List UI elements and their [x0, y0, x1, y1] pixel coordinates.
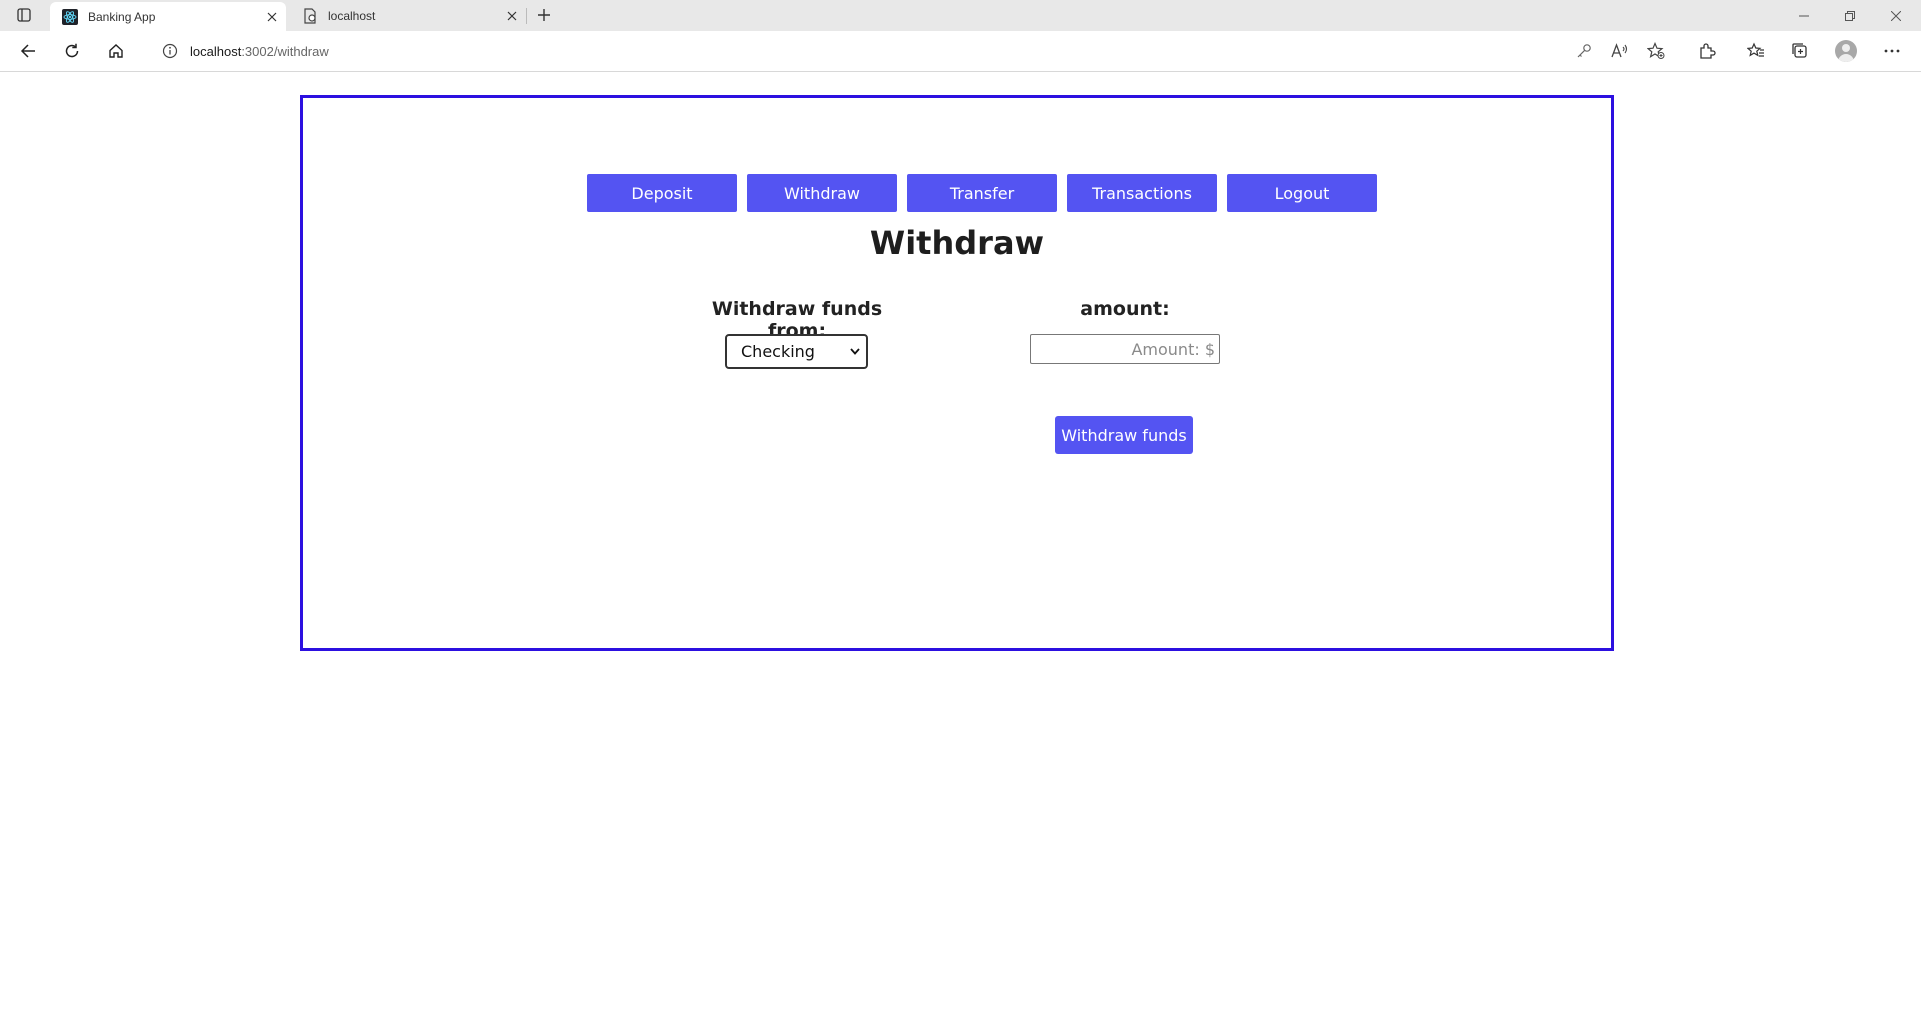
nav-logout-button[interactable]: Logout [1227, 174, 1377, 212]
new-tab-icon[interactable] [524, 0, 564, 34]
favorites-icon[interactable] [1736, 31, 1776, 71]
profile-avatar[interactable] [1826, 31, 1866, 71]
extensions-icon[interactable] [1687, 31, 1727, 71]
close-window-icon[interactable] [1873, 0, 1919, 31]
account-select[interactable]: Checking [725, 334, 868, 369]
react-icon [62, 8, 78, 25]
close-tab-icon[interactable] [258, 3, 286, 31]
chevron-down-icon [844, 348, 866, 355]
close-tab-icon[interactable] [498, 2, 526, 30]
page-icon [302, 7, 318, 24]
home-icon[interactable] [96, 31, 136, 71]
nav-withdraw-button[interactable]: Withdraw [747, 174, 897, 212]
nav-transfer-button[interactable]: Transfer [907, 174, 1057, 212]
nav-deposit-button[interactable]: Deposit [587, 174, 737, 212]
more-menu-icon[interactable] [1872, 31, 1912, 71]
url-text[interactable]: localhost:3002/withdraw [190, 44, 329, 59]
tab-title: localhost [328, 8, 376, 23]
account-select-value: Checking [741, 342, 815, 361]
withdraw-funds-button[interactable]: Withdraw funds [1055, 416, 1193, 454]
refresh-icon[interactable] [52, 31, 92, 71]
avatar [1835, 40, 1857, 62]
main-nav: Deposit Withdraw Transfer Transactions L… [587, 174, 1377, 212]
tab-localhost[interactable]: localhost [290, 0, 526, 31]
minimize-icon[interactable] [1781, 0, 1827, 31]
url-host: localhost [190, 43, 242, 59]
tab-banking-app[interactable]: Banking App [50, 2, 286, 31]
restore-icon[interactable] [1827, 0, 1873, 31]
amount-input[interactable] [1030, 334, 1220, 364]
page-viewport: Deposit Withdraw Transfer Transactions L… [0, 72, 1921, 1033]
site-info-icon[interactable] [162, 43, 178, 59]
tab-actions-icon[interactable] [4, 0, 44, 34]
browser-toolbar: localhost:3002/withdraw [0, 31, 1921, 72]
app-container: Deposit Withdraw Transfer Transactions L… [300, 95, 1614, 651]
add-favorite-icon[interactable] [1636, 31, 1676, 71]
tab-title: Banking App [88, 9, 156, 24]
page-title: Withdraw [869, 224, 1045, 262]
nav-transactions-button[interactable]: Transactions [1067, 174, 1217, 212]
key-icon[interactable] [1564, 31, 1604, 71]
url-path: :3002/withdraw [241, 43, 329, 59]
browser-tabstrip: Banking App localhost [0, 0, 1921, 31]
read-aloud-icon[interactable] [1600, 31, 1640, 71]
collections-icon[interactable] [1780, 31, 1820, 71]
back-icon[interactable] [8, 31, 48, 71]
address-bar[interactable]: localhost:3002/withdraw [144, 36, 1474, 66]
amount-label: amount: [1080, 298, 1170, 320]
